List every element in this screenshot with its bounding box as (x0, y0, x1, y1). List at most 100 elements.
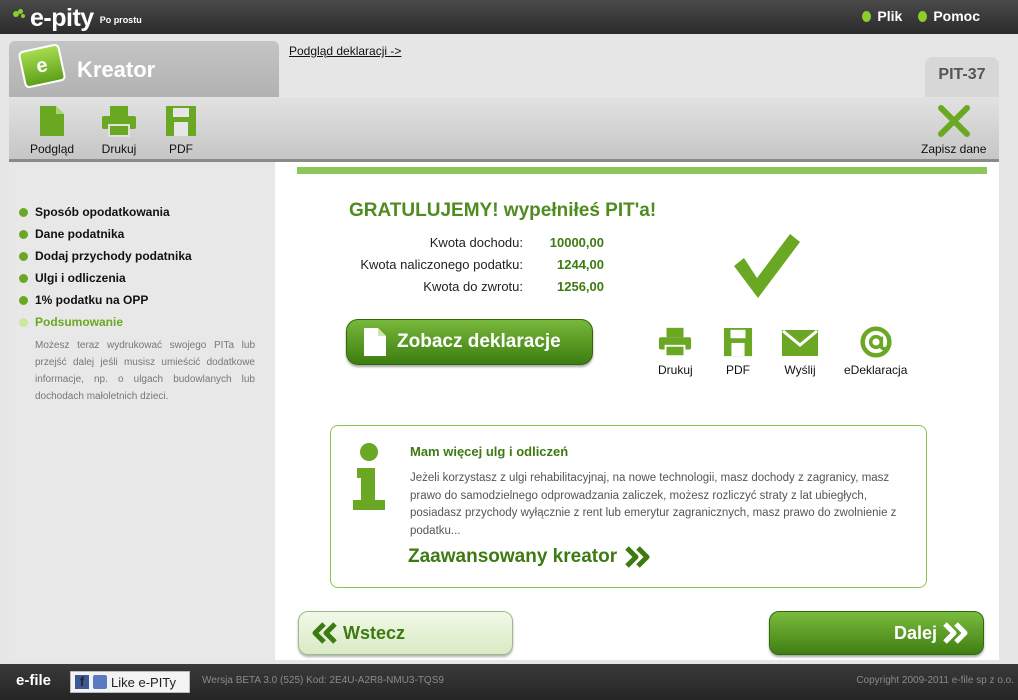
step-dodaj-przychody[interactable]: Dodaj przychody podatnika (19, 245, 255, 267)
pdf-button[interactable]: PDF (165, 105, 197, 156)
checkmark-icon (734, 234, 800, 298)
summary-label: Kwota dochodu: (429, 235, 523, 250)
step-description: Możesz teraz wydrukować swojego PITa lub… (35, 340, 255, 402)
document-icon (364, 328, 386, 356)
footer: e-file f Like e-PITy Wersja BETA 3.0 (52… (0, 664, 1018, 700)
summary-label: Kwota do zwrotu: (423, 279, 523, 294)
kreator-logo-icon: e (17, 43, 67, 89)
menu-pomoc[interactable]: Pomoc (918, 8, 980, 24)
app-logo[interactable]: e-pity Po prostu (12, 3, 142, 31)
bullet-icon (918, 10, 928, 22)
step-label: Ulgi i odliczenia (35, 271, 126, 285)
action-send-label: Wyślij (784, 363, 816, 377)
view-declaration-button[interactable]: Zobacz deklaracje (346, 319, 593, 365)
like-label: Like e-PITy (111, 674, 177, 690)
thumbs-up-icon (93, 675, 107, 689)
envelope-icon (782, 329, 818, 356)
printer-icon (102, 106, 136, 137)
step-bullet-icon (19, 273, 28, 283)
version-info: Wersja BETA 3.0 (525) Kod: 2E4U-A2R8-NMU… (202, 675, 444, 686)
summary-value: 1256,00 (557, 279, 604, 294)
bullet-icon (862, 10, 872, 22)
step-podsumowanie[interactable]: Podsumowanie (19, 311, 255, 333)
sidebar: Sposób opodatkowania Dane podatnika Doda… (9, 165, 275, 660)
copyright: Copyright 2009-2011 e-file sp z o.o. (856, 675, 1014, 686)
back-label: Wstecz (343, 622, 406, 643)
logo-dots-icon (12, 9, 28, 31)
step-dane-podatnika[interactable]: Dane podatnika (19, 223, 255, 245)
action-pdf-label: PDF (726, 363, 750, 377)
document-icon (40, 106, 65, 136)
summary-row: Kwota naliczonego podatku: 1244,00 (295, 257, 665, 277)
step-sposob-opodatkowania[interactable]: Sposób opodatkowania (19, 201, 255, 223)
progress-strip (297, 167, 987, 174)
action-print-label: Drukuj (658, 363, 693, 377)
toolbar: Podgląd Drukuj PDF Zapisz dane (9, 97, 999, 162)
step-label: Podsumowanie (35, 315, 124, 329)
info-text: Jeżeli korzystasz z ulgi rehabilitacyjna… (410, 472, 897, 537)
tab-pit-37[interactable]: PIT-37 (925, 57, 999, 97)
view-declaration-label: Zobacz deklaracje (397, 331, 561, 352)
action-send[interactable]: Wyślij (781, 326, 819, 377)
at-sign-icon (860, 326, 892, 358)
save-data-button[interactable]: Zapisz dane (921, 105, 986, 156)
step-label: Sposób opodatkowania (35, 205, 170, 219)
step-bullet-icon (19, 207, 28, 217)
info-icon (353, 443, 385, 510)
step-1-procent-opp[interactable]: 1% podatku na OPP (19, 289, 255, 311)
advanced-wizard-link[interactable]: Zaawansowany kreator (408, 546, 651, 568)
menu-pomoc-label: Pomoc (933, 8, 980, 24)
double-chevron-left-icon (312, 622, 337, 644)
double-chevron-right-icon (943, 622, 968, 644)
printer-icon (659, 327, 692, 358)
advanced-wizard-label: Zaawansowany kreator (408, 546, 618, 567)
action-edeclaration[interactable]: eDeklaracja (844, 326, 907, 377)
next-button[interactable]: Dalej (769, 611, 984, 655)
menu-plik[interactable]: Plik (862, 8, 902, 24)
efile-logo: e-file (16, 672, 52, 689)
preview-button[interactable]: Podgląd (30, 105, 74, 156)
action-edeclaration-label: eDeklaracja (844, 363, 908, 377)
facebook-icon: f (75, 675, 89, 689)
logo-tagline: Po prostu (99, 15, 142, 25)
back-button[interactable]: Wstecz (298, 611, 513, 655)
summary-value: 10000,00 (549, 235, 604, 250)
action-print[interactable]: Drukuj (658, 326, 693, 377)
step-label: Dane podatnika (35, 227, 125, 241)
more-deductions-box: Mam więcej ulg i odliczeń Jeżeli korzyst… (330, 425, 927, 588)
congrats-heading: GRATULUJEMY! wypełniłeś PIT'a! (349, 200, 657, 221)
logo-text: e-pity (30, 4, 94, 32)
print-label: Drukuj (101, 142, 137, 156)
floppy-disk-icon (166, 106, 196, 136)
step-bullet-icon (19, 251, 28, 261)
summary-value: 1244,00 (557, 257, 604, 272)
step-bullet-icon (19, 229, 28, 239)
action-pdf[interactable]: PDF (723, 326, 753, 377)
menu-plik-label: Plik (877, 8, 903, 24)
main-panel: GRATULUJEMY! wypełniłeś PIT'a! Kwota doc… (275, 162, 999, 660)
page-title: Kreator (77, 57, 156, 82)
preview-declaration-link[interactable]: Podgląd deklaracji -> (289, 44, 401, 58)
close-x-icon (937, 105, 970, 137)
save-data-label: Zapisz dane (921, 142, 987, 156)
floppy-disk-icon (723, 327, 753, 357)
step-label: Dodaj przychody podatnika (35, 249, 192, 263)
summary-row: Kwota do zwrotu: 1256,00 (295, 279, 665, 299)
top-bar: e-pity Po prostu Plik Pomoc (0, 0, 1018, 34)
step-label: 1% podatku na OPP (35, 293, 149, 307)
print-button[interactable]: Drukuj (101, 105, 137, 156)
step-bullet-icon (19, 295, 28, 305)
preview-label: Podgląd (30, 142, 75, 156)
step-bullet-icon (19, 317, 28, 327)
wizard-steps: Sposób opodatkowania Dane podatnika Doda… (19, 201, 255, 405)
info-title: Mam więcej ulg i odliczeń (410, 444, 569, 459)
next-label: Dalej (893, 622, 937, 643)
facebook-like-button[interactable]: f Like e-PITy (70, 671, 190, 693)
summary-label: Kwota naliczonego podatku: (360, 257, 523, 272)
pdf-label: PDF (169, 142, 193, 156)
step-ulgi-i-odliczenia[interactable]: Ulgi i odliczenia (19, 267, 255, 289)
double-chevron-right-icon (625, 546, 650, 568)
kreator-header: e Kreator (9, 41, 279, 97)
top-menu: Plik Pomoc (862, 8, 980, 24)
summary-row: Kwota dochodu: 10000,00 (295, 235, 665, 255)
